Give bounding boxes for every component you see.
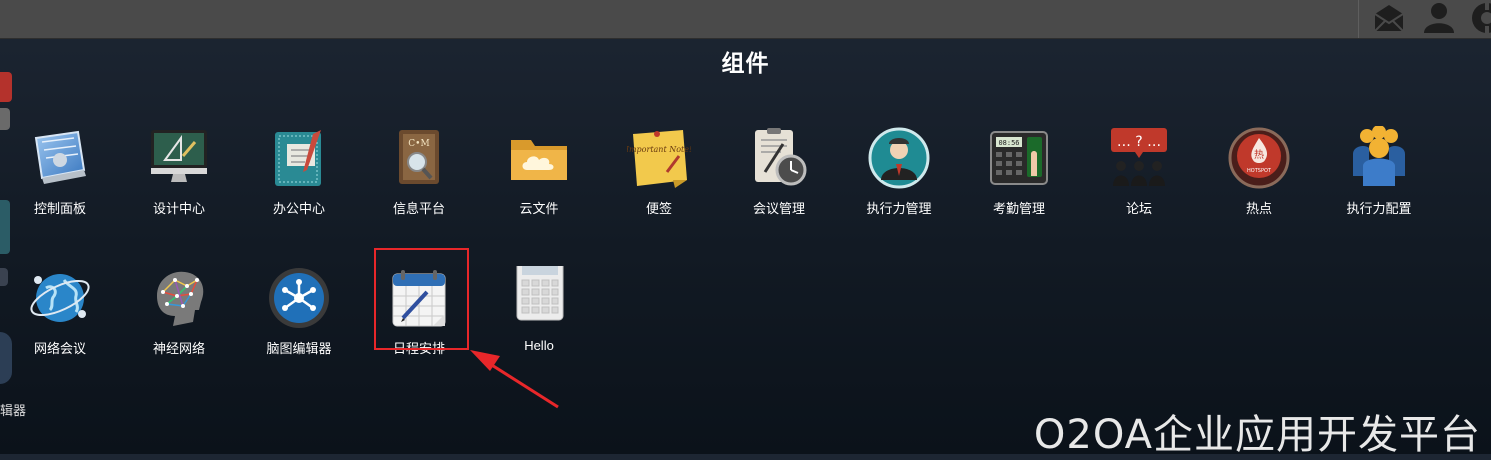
panel-title: 组件 — [721, 50, 770, 76]
design-center-icon — [151, 130, 207, 182]
app-label: 云文件 — [519, 201, 559, 216]
app-execution-management[interactable]: 执行力管理 — [839, 126, 959, 236]
app-label: Hello — [524, 338, 554, 353]
svg-text:Important Note!: Important Note! — [627, 145, 691, 154]
hotspot-icon: 热 HOTSPOT — [1228, 127, 1290, 189]
app-label: 执行力配置 — [1346, 201, 1412, 216]
app-label: 考勤管理 — [992, 201, 1045, 216]
app-execution-config[interactable]: 执行力配置 — [1319, 126, 1439, 236]
control-panel-icon — [34, 130, 86, 184]
app-label: 控制面板 — [33, 201, 86, 216]
app-label: 网络会议 — [33, 341, 86, 356]
app-neural-network[interactable]: 神经网络 — [119, 266, 239, 376]
message-icon[interactable] — [1371, 0, 1407, 36]
app-label: 会议管理 — [752, 201, 805, 216]
app-label: 信息平台 — [392, 201, 445, 216]
highlight-box — [374, 248, 469, 350]
app-label: 热点 — [1245, 201, 1272, 216]
svg-text:C•M: C•M — [408, 139, 429, 149]
top-bar — [0, 0, 1491, 39]
app-cloud-file[interactable]: 云文件 — [479, 126, 599, 236]
neural-network-icon — [157, 271, 204, 326]
app-forum[interactable]: … ? … 论坛 — [1079, 126, 1199, 236]
app-label: 神经网络 — [152, 341, 205, 356]
user-icon[interactable] — [1421, 0, 1457, 36]
info-platform-icon: C•M — [399, 130, 439, 184]
app-label: 脑图编辑器 — [266, 341, 332, 356]
app-label: 论坛 — [1125, 201, 1152, 216]
execution-config-icon — [1353, 126, 1405, 186]
app-info-platform[interactable]: C•M 信息平台 — [359, 126, 479, 236]
office-center-icon — [275, 130, 321, 186]
execution-management-icon — [868, 127, 930, 189]
left-partial-panel — [0, 40, 14, 454]
svg-text:08:56: 08:56 — [998, 139, 1019, 147]
watermark: O2OA企业应用开发平台 — [1033, 412, 1481, 458]
svg-text:HOTSPOT: HOTSPOT — [1247, 168, 1272, 174]
partial-app-icon[interactable] — [0, 72, 12, 102]
calculator-icon — [516, 266, 564, 321]
top-bar-divider — [1358, 0, 1359, 38]
web-meeting-icon — [30, 274, 90, 322]
app-label: 设计中心 — [152, 201, 205, 216]
attendance-management-icon: 08:56 — [990, 131, 1048, 185]
app-control-panel[interactable]: 控制面板 — [0, 126, 120, 236]
meeting-management-icon — [755, 128, 807, 186]
app-mindmap-editor[interactable]: 脑图编辑器 — [239, 266, 359, 376]
app-hotspot[interactable]: 热 HOTSPOT 热点 — [1199, 126, 1319, 236]
app-hello[interactable]: Hello — [479, 266, 599, 376]
app-label: 办公中心 — [272, 201, 325, 216]
app-attendance-management[interactable]: 08:56 考勤管理 — [959, 126, 1079, 236]
app-office-center[interactable]: 办公中心 — [239, 126, 359, 236]
mindmap-editor-icon — [269, 268, 329, 328]
sticky-note-icon: Important Note! — [627, 130, 691, 188]
app-label: 便签 — [645, 201, 672, 216]
forum-icon: … ? … — [1111, 128, 1167, 186]
app-web-meeting[interactable]: 网络会议 — [0, 266, 120, 376]
app-meeting-management[interactable]: 会议管理 — [719, 126, 839, 236]
svg-text:… ? …: … ? … — [1117, 134, 1161, 150]
partial-app-label: 辑器 — [0, 403, 27, 418]
svg-text:热: 热 — [1254, 148, 1264, 161]
settings-icon[interactable] — [1469, 0, 1491, 36]
cloud-file-icon — [511, 140, 567, 180]
app-design-center[interactable]: 设计中心 — [119, 126, 239, 236]
app-label: 执行力管理 — [866, 201, 932, 216]
app-sticky-note[interactable]: Important Note! 便签 — [599, 126, 719, 236]
